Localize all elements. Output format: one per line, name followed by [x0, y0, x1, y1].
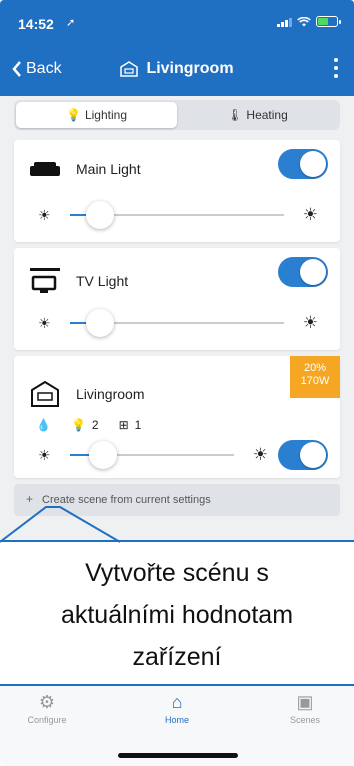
slider-track [70, 441, 234, 469]
room-count: 1 [134, 418, 142, 432]
home-icon: ⌂ [171, 692, 183, 712]
bulb-icon: 💡 [66, 108, 81, 122]
power-percent: 20% [303, 362, 327, 374]
tooltip-line: Vytvořte scénu s [85, 559, 269, 587]
nav-configure[interactable]: ⚙ Configure [12, 692, 82, 725]
tooltip-text: Vytvořte scénu s aktuálními hodnotam zař… [0, 552, 354, 678]
device-header: Main Light [30, 160, 141, 178]
image-icon: ▣ [296, 692, 314, 712]
nav-home[interactable]: ⌂ Home [142, 692, 212, 725]
location-arrow-icon: ➚ [66, 17, 76, 29]
drop-icon: 💧 [36, 418, 51, 432]
bulb-icon: 💡 [70, 418, 86, 432]
tooltip-line: zařízení [132, 643, 222, 671]
drop-stat: 💧 [36, 418, 51, 432]
tab-heating[interactable]: 🌡 Heating [177, 102, 338, 128]
bottom-navigation: ⚙ Configure ⌂ Home ▣ Scenes [0, 686, 354, 766]
gear-icon: ⚙ [38, 692, 56, 712]
bulb-stat: 💡 2 [71, 418, 99, 432]
plus-icon: + [26, 492, 34, 506]
battery-icon [316, 16, 341, 27]
status-indicators [277, 16, 341, 27]
device-card-main-light: Main Light ☀ ☀ [14, 140, 340, 242]
sofa-icon [30, 162, 60, 176]
status-bar: 14:52 ➚ [0, 0, 354, 44]
signal-icon [277, 17, 292, 27]
tab-lighting[interactable]: 💡 Lighting [16, 102, 177, 128]
slider-track [70, 201, 284, 229]
room-stat: ⊞ 1 [119, 418, 142, 432]
tv-light-toggle[interactable] [278, 257, 328, 287]
device-name: TV Light [76, 273, 129, 289]
nav-home-label: Home [164, 715, 189, 725]
nav-scenes[interactable]: ▣ Scenes [270, 692, 340, 725]
brightness-low-icon: ☀ [38, 447, 51, 463]
device-header: TV Light [30, 268, 128, 294]
tab-bar: 💡 Lighting 🌡 Heating [14, 100, 340, 130]
group-name: Livingroom [76, 386, 145, 402]
group-card-livingroom: Livingroom 20% 170W 💧 💡 2 ⊞ 1 ☀ ☀ [14, 356, 340, 478]
device-name: Main Light [76, 161, 141, 177]
nav-configure-label: Configure [27, 715, 67, 725]
create-scene-label: Create scene from current settings [42, 494, 211, 506]
nav-bar: Back Livingroom [0, 52, 354, 88]
page-title: Livingroom [0, 60, 354, 78]
brightness-low-icon: ☀ [38, 207, 51, 223]
device-card-tv-light: TV Light ☀ ☀ [14, 248, 340, 350]
phone-screen: 14:52 ➚ Back Livingroom 💡 Lighting 🌡 Hea… [0, 0, 354, 766]
create-scene-button[interactable]: + Create scene from current settings [14, 484, 340, 516]
tv-light-brightness-slider[interactable]: ☀ ☀ [28, 308, 328, 338]
room-icon [120, 61, 139, 77]
tab-heating-label: Heating [246, 108, 288, 122]
tooltip-overlay: Vytvořte scénu s aktuálními hodnotam zař… [0, 540, 354, 686]
slider-thumb[interactable] [88, 441, 117, 469]
tv-icon [30, 268, 60, 293]
brightness-high-icon: ☀ [252, 445, 268, 464]
main-light-toggle[interactable] [278, 149, 328, 179]
slider-track [70, 309, 284, 337]
grid-icon: ⊞ [118, 418, 129, 432]
bulb-count: 2 [91, 418, 99, 432]
group-brightness-slider[interactable]: ☀ ☀ [28, 440, 278, 470]
room-icon [31, 380, 59, 407]
brightness-high-icon: ☀ [302, 313, 318, 332]
tooltip-line: aktuálními hodnotam [60, 601, 294, 629]
slider-thumb[interactable] [85, 309, 114, 337]
brightness-low-icon: ☀ [38, 315, 51, 331]
app-header: 14:52 ➚ Back Livingroom [0, 0, 354, 96]
more-options-button[interactable] [334, 58, 338, 78]
tab-lighting-label: Lighting [84, 108, 127, 122]
home-indicator [118, 753, 238, 758]
nav-scenes-label: Scenes [289, 715, 321, 725]
main-light-brightness-slider[interactable]: ☀ ☀ [28, 200, 328, 230]
wifi-icon [297, 16, 311, 26]
group-toggle[interactable] [278, 440, 328, 470]
slider-thumb[interactable] [85, 201, 114, 229]
group-stats: 💧 💡 2 ⊞ 1 [36, 418, 141, 432]
thermometer-icon: 🌡 [227, 108, 243, 122]
group-header: Livingroom [30, 380, 144, 408]
status-time: 14:52 [18, 16, 54, 32]
page-title-text: Livingroom [146, 60, 234, 77]
brightness-high-icon: ☀ [302, 205, 318, 224]
power-watts: 170W [300, 375, 330, 387]
power-badge: 20% 170W [290, 356, 340, 398]
